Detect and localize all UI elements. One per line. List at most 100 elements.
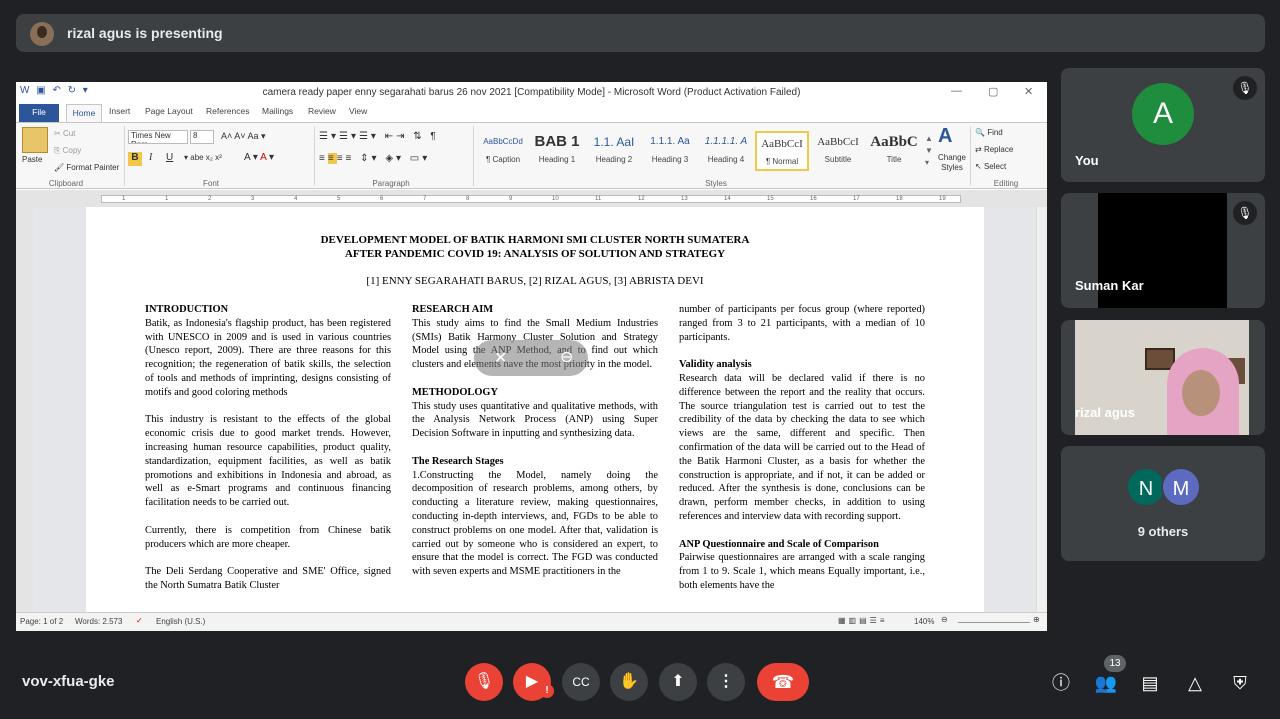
mic-toggle-button[interactable]: 🎙: [465, 663, 503, 701]
change-styles-label[interactable]: Change Styles: [935, 153, 969, 173]
column-3: number of participants per focus group (…: [679, 303, 925, 607]
ruler-number: 18: [896, 196, 903, 202]
font-name-select[interactable]: Times New Rom: [128, 130, 188, 144]
style-preview: 1.1.1. Aa: [650, 136, 690, 147]
page-count[interactable]: Page: 1 of 2: [20, 617, 63, 626]
style-caption[interactable]: AaBbCcDd ¶ Caption: [476, 131, 530, 171]
vertical-ruler[interactable]: [16, 207, 33, 612]
participant-tile-you[interactable]: A 🎙 You: [1061, 68, 1265, 182]
style-heading-3[interactable]: 1.1.1. Aa Heading 3: [643, 131, 697, 171]
zoom-in-icon[interactable]: ⊕: [1033, 615, 1040, 624]
font-size-select[interactable]: 8: [190, 130, 214, 144]
tab-home[interactable]: Home: [66, 104, 102, 122]
font-grow-shrink-icons[interactable]: A˄ A˅ Aa ▾: [221, 131, 266, 142]
bold-button[interactable]: B: [128, 152, 142, 166]
participant-name: rizal agus: [1075, 405, 1135, 420]
zoom-slider[interactable]: [958, 622, 1030, 623]
style-title[interactable]: AaBbC Title: [867, 131, 921, 171]
word-count[interactable]: Words: 2.573: [75, 617, 122, 626]
divider: [314, 126, 315, 186]
alignment-buttons-icon[interactable]: ≡≡≡≡ ⇕▾ ◈▾ ▭▾: [319, 153, 430, 164]
editing-group-label: Editing: [993, 179, 1019, 188]
style-subtitle[interactable]: AaBbCcI Subtitle: [811, 131, 865, 171]
host-controls-icon[interactable]: ⛨: [1227, 670, 1253, 696]
tab-view[interactable]: View: [349, 106, 367, 116]
find-button[interactable]: 🔍 Find: [975, 128, 1003, 137]
copy-label: Copy: [62, 146, 82, 155]
italic-button[interactable]: I: [149, 152, 152, 163]
activities-icon[interactable]: △: [1182, 670, 1208, 696]
ruler-number: 17: [853, 196, 860, 202]
chat-icon[interactable]: ▤: [1137, 670, 1163, 696]
format-painter-button[interactable]: 🖌 Format Painter: [54, 163, 119, 172]
more-options-button[interactable]: ⋮: [707, 663, 745, 701]
select-button[interactable]: ↖ Select: [975, 162, 1006, 171]
tab-review[interactable]: Review: [308, 106, 336, 116]
present-button[interactable]: ⬆: [659, 663, 697, 701]
tab-insert[interactable]: Insert: [109, 106, 130, 116]
cut-label: Cut: [62, 129, 76, 138]
vertical-scrollbar[interactable]: [1036, 207, 1047, 612]
paragraph-group-label: Paragraph: [372, 179, 410, 188]
people-icon[interactable]: 👥: [1093, 670, 1119, 696]
leave-call-button[interactable]: ☎: [757, 663, 809, 701]
view-buttons-icon[interactable]: ▦▥▤☰≡: [838, 616, 888, 625]
ruler-number: 6: [380, 196, 384, 202]
paste-icon[interactable]: [22, 127, 48, 153]
participant-name: Suman Kar: [1075, 278, 1144, 293]
cut-button[interactable]: ✂ Cut: [54, 129, 75, 138]
paragraph: Research data will be declared valid if …: [679, 372, 925, 522]
style-name: Subtitle: [824, 155, 852, 164]
find-label: Find: [987, 128, 1003, 137]
ruler-number: 12: [638, 196, 645, 202]
others-count: 9 others: [1137, 524, 1189, 539]
highlight-color-icon[interactable]: A ▾ A ▾: [244, 152, 274, 163]
document-title-line-1: DEVELOPMENT MODEL OF BATIK HARMONI SMI C…: [320, 234, 750, 246]
tab-mailings[interactable]: Mailings: [262, 106, 293, 116]
style-heading-2[interactable]: 1.1. AaI Heading 2: [587, 131, 641, 171]
avatar: M: [1161, 467, 1201, 507]
minimize-icon[interactable]: —: [951, 85, 962, 97]
tab-references[interactable]: References: [206, 106, 249, 116]
tab-page-layout[interactable]: Page Layout: [145, 106, 193, 116]
styles-scroll-icon[interactable]: ▲ ▼ ▾: [925, 133, 933, 169]
horizontal-ruler[interactable]: 1 1 2 3 4 5 6 7 8 9 10 11 12 13 14 15 16 17 18 19: [16, 190, 1047, 207]
meeting-info-icon[interactable]: ⓘ: [1048, 670, 1074, 696]
style-preview: AaBbCcI: [761, 138, 803, 150]
maximize-icon[interactable]: ▢: [988, 85, 998, 98]
style-heading-1[interactable]: BAB 1 Heading 1: [530, 131, 584, 171]
ribbon: Paste ✂ Cut ⎘ Copy 🖌 Format Painter Clip…: [16, 122, 1047, 189]
captions-button[interactable]: CC: [562, 663, 600, 701]
proofing-icon[interactable]: ✓: [136, 616, 143, 625]
status-bar: Page: 1 of 2 Words: 2.573 ✓ English (U.S…: [16, 612, 1047, 631]
zoom-out-icon[interactable]: ⊖: [941, 615, 948, 624]
participant-tile-suman[interactable]: 🎙 Suman Kar: [1061, 193, 1265, 308]
participant-tile-others[interactable]: N M 9 others: [1061, 446, 1265, 561]
participant-tile-rizal[interactable]: rizal agus: [1061, 320, 1265, 435]
document-page[interactable]: DEVELOPMENT MODEL OF BATIK HARMONI SMI C…: [86, 207, 984, 612]
minimize-presentation-icon[interactable]: ⊖: [560, 347, 573, 367]
stop-presenting-icon[interactable]: ✕: [494, 348, 507, 368]
ruler-number: 15: [767, 196, 774, 202]
copy-button[interactable]: ⎘ Copy: [54, 146, 81, 156]
style-heading-4[interactable]: 1.1.1.1. A Heading 4: [699, 131, 753, 171]
underline-button[interactable]: U: [166, 152, 173, 163]
ruler-number: 1: [165, 196, 169, 202]
presenter-avatar: [30, 22, 54, 46]
tab-file[interactable]: File: [19, 104, 59, 122]
list-buttons-icon[interactable]: ☰▾☰▾☰▾ ⇤⇥ ⇅ ¶: [319, 131, 439, 142]
replace-label: Replace: [983, 145, 1014, 154]
close-icon[interactable]: ✕: [1024, 85, 1033, 98]
participant-name: You: [1075, 153, 1099, 168]
presenting-bar: rizal agus is presenting: [16, 14, 1265, 52]
zoom-level[interactable]: 140%: [914, 617, 934, 626]
raise-hand-button[interactable]: ✋: [610, 663, 648, 701]
strike-sub-super-icons[interactable]: ▾ abe x₂ x²: [184, 153, 222, 162]
style-name: ¶ Normal: [765, 157, 799, 166]
style-name: Heading 2: [595, 155, 633, 164]
style-normal[interactable]: AaBbCcI ¶ Normal: [755, 131, 809, 171]
language[interactable]: English (U.S.): [156, 617, 205, 626]
change-styles-icon[interactable]: A: [938, 125, 952, 148]
replace-button[interactable]: ⇄ Replace: [975, 145, 1013, 154]
paste-label[interactable]: Paste: [22, 155, 42, 164]
